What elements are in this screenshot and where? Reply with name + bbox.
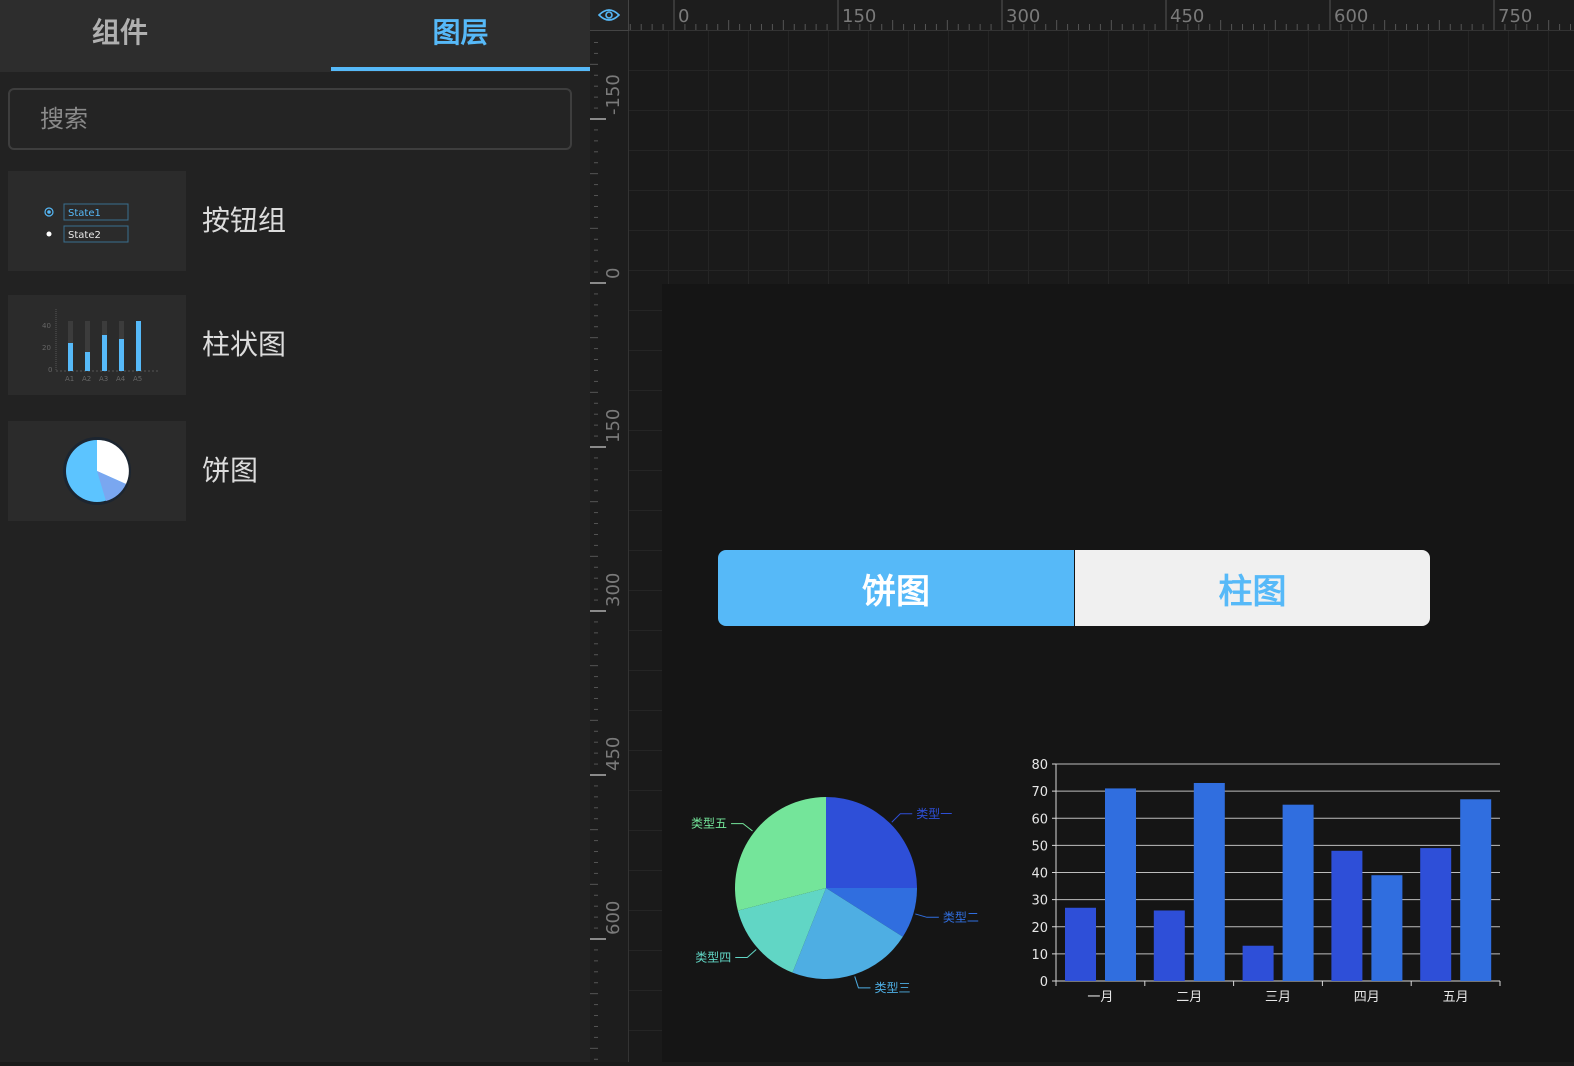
thumb-ytick: 20 — [42, 344, 51, 352]
tab-components[interactable]: 组件 — [0, 0, 240, 72]
thumb-xtick: A5 — [133, 375, 142, 383]
pie-label: 类型四 — [695, 950, 731, 964]
bar — [1153, 910, 1185, 981]
ruler-tick-label: 0 — [678, 6, 689, 27]
bar — [1282, 804, 1314, 981]
layer-item-label: 柱状图 — [202, 328, 287, 361]
bar-chart-toggle-button[interactable]: 柱图 — [1075, 550, 1430, 626]
pie-label: 类型五 — [691, 817, 727, 831]
thumb-xtick: A1 — [65, 375, 74, 383]
layer-item-bar-chart[interactable]: 40 20 0 A1 A2 A3 A4 A5 柱状图 — [8, 295, 578, 395]
ruler-tick-label: 150 — [842, 6, 876, 27]
y-tick-label: 60 — [1031, 812, 1048, 827]
y-tick-label: 40 — [1031, 867, 1048, 882]
y-tick-label: 20 — [1031, 921, 1048, 936]
bar — [1242, 945, 1274, 981]
thumb-xtick: A3 — [99, 375, 108, 383]
ruler-tick-label: 600 — [1334, 6, 1368, 27]
pie-label: 类型三 — [874, 981, 910, 995]
pie-leader-line — [891, 813, 913, 823]
pie-leader-line — [731, 823, 753, 832]
y-tick-label: 10 — [1031, 948, 1048, 963]
pie-leader-line — [735, 949, 757, 958]
ruler-tick-label: 0 — [603, 268, 624, 279]
ruler-tick-label: 600 — [603, 901, 624, 935]
x-tick-label: 四月 — [1354, 990, 1380, 1005]
pie-chart-thumbnail — [8, 421, 186, 521]
active-tab-indicator — [331, 67, 590, 71]
x-tick-label: 三月 — [1265, 990, 1291, 1005]
bar — [1371, 875, 1403, 981]
pie-chart: 类型一类型二类型三 类型四 类型五 — [691, 797, 979, 995]
ruler-tick-label: 450 — [603, 737, 624, 771]
bar-chart-thumbnail: 40 20 0 A1 A2 A3 A4 A5 — [8, 295, 186, 395]
x-tick-label: 一月 — [1087, 990, 1113, 1005]
ruler-tick-label: 450 — [1170, 6, 1204, 27]
bar — [1420, 848, 1452, 981]
bar-chart: 0 10 20 30 40 50 60 70 80 一月 二月 三月 四月 五月 — [1031, 758, 1501, 1005]
ruler-tick-label: 300 — [603, 573, 624, 607]
pie-chart-toggle-button[interactable]: 饼图 — [718, 550, 1074, 626]
thumb-xtick: A2 — [82, 375, 91, 383]
ruler-tick-label: 300 — [1006, 6, 1040, 27]
component-panel: 组件 图层 State1 State2 按钮组 40 20 0 — [0, 0, 590, 1062]
bar — [1065, 907, 1096, 981]
horizontal-ruler: 0 150 300 450 600 750 — [590, 0, 1574, 31]
thumb-ytick: 0 — [48, 366, 52, 374]
y-tick-label: 30 — [1031, 894, 1048, 909]
search-input[interactable] — [8, 88, 572, 150]
panel-tabs: 组件 图层 — [0, 0, 590, 72]
y-tick-label: 50 — [1031, 839, 1048, 854]
ruler-tick-label: 150 — [603, 409, 624, 443]
pie-slice — [826, 797, 917, 888]
thumb-state1-label: State1 — [68, 208, 101, 219]
tab-layers[interactable]: 图层 — [331, 0, 590, 72]
vertical-ruler: -150 0 150 300 450 600 — [590, 0, 629, 1062]
bar — [1331, 850, 1363, 981]
thumb-state2-label: State2 — [68, 230, 101, 241]
layer-item-button-group[interactable]: State1 State2 按钮组 — [8, 171, 578, 271]
thumb-xtick: A4 — [116, 375, 126, 383]
layer-item-label: 按钮组 — [202, 204, 287, 237]
ruler-tick-label: 750 — [1498, 6, 1532, 27]
y-tick-label: 0 — [1040, 975, 1048, 990]
bar — [1460, 799, 1492, 981]
x-tick-label: 五月 — [1443, 990, 1469, 1005]
pie-leader-line — [915, 913, 939, 918]
pie-leader-line — [854, 976, 871, 989]
ruler-tick-label: -150 — [603, 74, 624, 115]
pie-label: 类型二 — [943, 910, 979, 924]
y-tick-label: 70 — [1031, 785, 1048, 800]
x-tick-label: 二月 — [1176, 990, 1202, 1005]
bar — [1193, 782, 1225, 981]
layer-item-pie-chart[interactable]: 饼图 — [8, 421, 578, 521]
button-group-thumbnail: State1 State2 — [8, 171, 186, 271]
y-tick-label: 80 — [1031, 758, 1048, 773]
eye-icon[interactable] — [590, 0, 629, 31]
thumb-ytick: 40 — [42, 322, 51, 330]
pie-label: 类型一 — [916, 807, 952, 821]
bar — [1105, 788, 1136, 981]
layer-item-label: 饼图 — [202, 454, 259, 487]
